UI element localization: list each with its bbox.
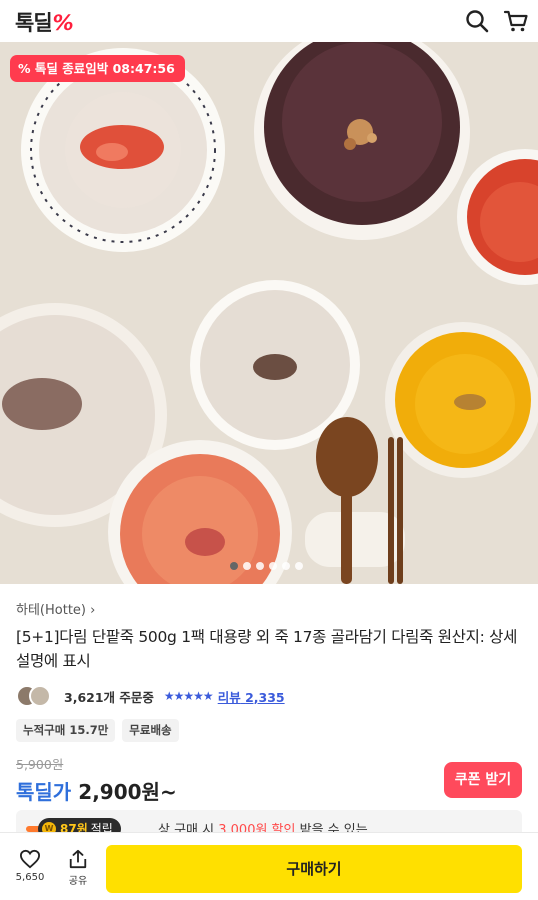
product-tags: 누적구매 15.7만 무료배송 <box>16 719 524 742</box>
deal-timer-badge: % 톡딜 종료임박 08:47:56 <box>10 55 185 82</box>
share-icon <box>69 849 87 869</box>
review-count: 2,335 <box>245 689 285 705</box>
buy-button[interactable]: 구매하기 <box>106 845 522 893</box>
like-count: 5,650 <box>15 872 45 883</box>
tag-free-shipping: 무료배송 <box>122 719 179 742</box>
order-review-row: 3,621개 주문중 ★★★★★ 리뷰 2,335 <box>16 684 524 708</box>
share-label: 공유 <box>68 876 88 887</box>
brand-name: 하테(Hotte) <box>16 603 86 618</box>
price-row: 톡딜가 2,900원~ 쿠폰 받기 <box>16 762 524 806</box>
logo-mark: % <box>52 11 74 35</box>
carousel-indicator <box>230 562 303 570</box>
like-button[interactable]: 5,650 <box>12 849 48 883</box>
tag-cumulative-sales: 누적구매 15.7만 <box>16 719 116 742</box>
search-icon[interactable] <box>464 8 490 34</box>
percent-icon: % <box>18 61 31 76</box>
timer-prefix: 톡딜 종료임박 <box>34 61 109 76</box>
talkdeal-logo[interactable]: 톡딜% <box>15 7 74 37</box>
carousel-dot[interactable] <box>230 562 238 570</box>
review-label: 리뷰 <box>217 689 241 705</box>
carousel-dot[interactable] <box>295 562 303 570</box>
logo-text: 톡딜 <box>15 11 53 35</box>
timer-value: 08:47:56 <box>112 61 175 76</box>
cart-icon[interactable] <box>503 8 529 34</box>
bottom-action-bar: 5,650 공유 구매하기 <box>0 832 538 900</box>
share-button[interactable]: 공유 <box>60 849 96 887</box>
brand-link[interactable]: 하테(Hotte) › <box>16 600 524 622</box>
carousel-dot[interactable] <box>243 562 251 570</box>
heart-icon <box>19 849 41 869</box>
carousel-dot[interactable] <box>269 562 277 570</box>
chevron-right-icon: › <box>90 603 96 618</box>
buyer-avatars <box>16 685 52 707</box>
star-rating-icon: ★★★★★ <box>163 689 214 703</box>
avatar <box>29 685 51 707</box>
porridge-photo <box>0 42 538 584</box>
product-info: 하테(Hotte) › [5+1]다림 단팥죽 500g 1팩 대용량 외 죽 … <box>16 600 524 806</box>
product-title: [5+1]다림 단팥죽 500g 1팩 대용량 외 죽 17종 골라담기 다림죽… <box>16 628 518 670</box>
carousel-dot[interactable] <box>282 562 290 570</box>
app-header: 톡딜% <box>0 0 538 42</box>
product-image-carousel[interactable]: % 톡딜 종료임박 08:47:56 <box>0 42 538 584</box>
coupon-button[interactable]: 쿠폰 받기 <box>444 762 522 798</box>
carousel-dot[interactable] <box>256 562 264 570</box>
review-link[interactable]: 리뷰 2,335 <box>218 687 285 706</box>
deal-price: 2,900원~ <box>78 780 177 804</box>
price-label: 톡딜가 <box>16 780 72 804</box>
order-count: 3,621개 주문중 <box>64 689 154 705</box>
